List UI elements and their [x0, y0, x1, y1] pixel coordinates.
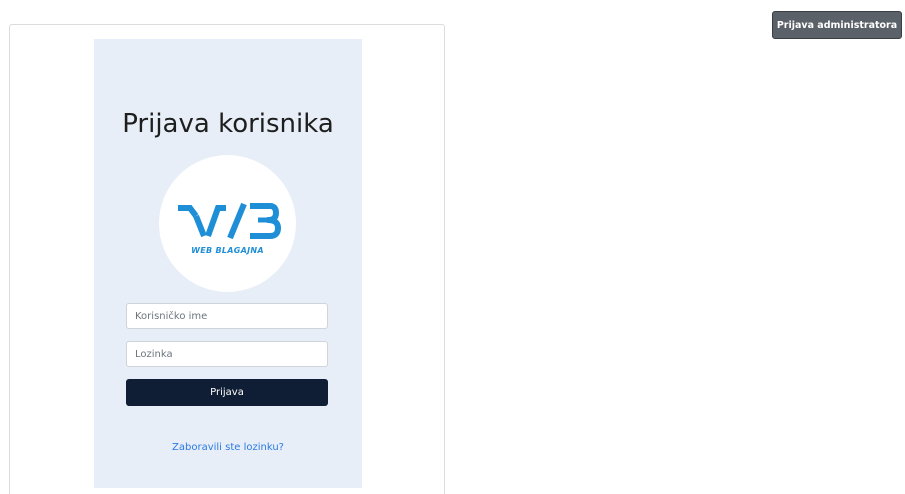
admin-login-button[interactable]: Prijava administratora: [772, 11, 902, 39]
logo-subtitle: WEB BLAGAJNA: [191, 246, 264, 255]
login-button[interactable]: Prijava: [126, 379, 328, 406]
username-input[interactable]: [126, 303, 328, 329]
login-card: Prijava korisnika WEB BLAGAJNA Prijav: [9, 24, 445, 494]
page: Prijava administratora Prijava korisnika…: [0, 0, 905, 494]
logo: WEB BLAGAJNA: [159, 155, 296, 292]
password-input[interactable]: [126, 341, 328, 367]
forgot-password-link[interactable]: Zaboravili ste lozinku?: [94, 442, 362, 453]
page-title: Prijava korisnika: [122, 109, 334, 139]
wb-logo-icon: [177, 202, 281, 240]
login-panel: Prijava korisnika WEB BLAGAJNA Prijav: [94, 39, 362, 488]
